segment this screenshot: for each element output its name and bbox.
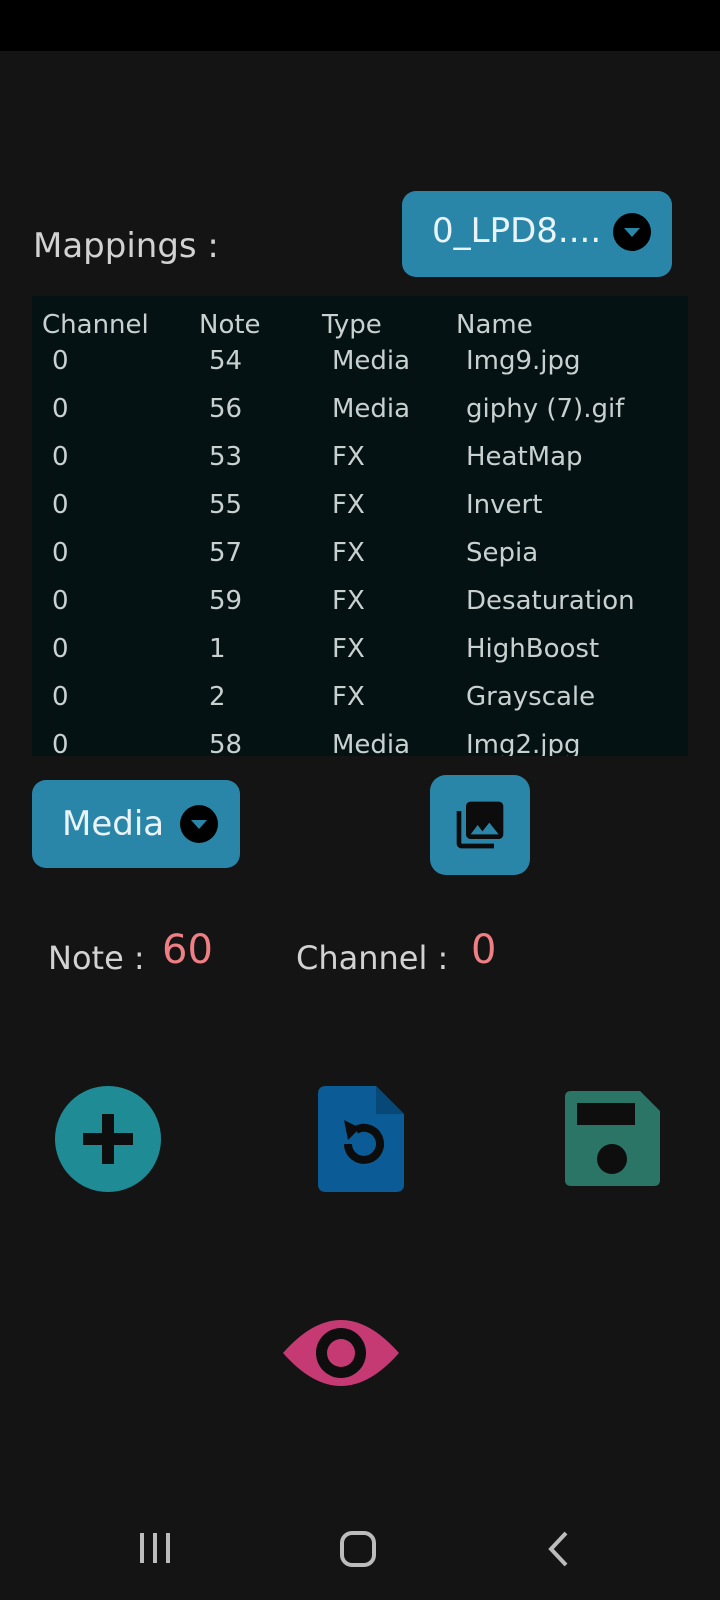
cell-note: 55 — [209, 490, 243, 520]
cell-type: Media — [332, 730, 411, 756]
cell-type: FX — [332, 682, 365, 712]
cell-channel: 0 — [52, 538, 69, 568]
cell-channel: 0 — [52, 442, 69, 472]
cell-name: HeatMap — [466, 442, 583, 472]
cell-type: Media — [332, 394, 411, 424]
cell-channel: 0 — [52, 490, 69, 520]
cell-name: Grayscale — [466, 682, 596, 712]
cell-channel: 0 — [52, 730, 69, 756]
cell-note: 58 — [209, 730, 243, 756]
status-bar — [0, 0, 720, 51]
cell-name: giphy (7).gif — [466, 394, 625, 424]
cell-name: Desaturation — [466, 586, 635, 616]
table-row[interactable]: 0 56 Media giphy (7).gif — [32, 394, 688, 442]
reload-mappings-button[interactable] — [318, 1086, 404, 1192]
table-row[interactable]: 0 58 Media Img2.jpg — [32, 730, 688, 756]
cell-name: Img9.jpg — [466, 346, 581, 376]
device-select-value: 0_LPD8.... — [432, 211, 602, 251]
cell-channel: 0 — [52, 346, 69, 376]
table-row[interactable]: 0 54 Media Img9.jpg — [32, 346, 688, 394]
cell-note: 53 — [209, 442, 243, 472]
note-value[interactable]: 60 — [162, 927, 213, 973]
note-label: Note : — [48, 939, 145, 977]
table-row[interactable]: 0 1 FX HighBoost — [32, 634, 688, 682]
column-header-note: Note — [199, 310, 261, 340]
column-header-channel: Channel — [42, 310, 149, 340]
cell-note: 59 — [209, 586, 243, 616]
table-row[interactable]: 0 59 FX Desaturation — [32, 586, 688, 634]
add-mapping-button[interactable] — [55, 1086, 161, 1192]
app-screen: Mappings : 0_LPD8.... Channel Note Type … — [0, 0, 720, 1600]
cell-type: Media — [332, 346, 411, 376]
system-nav-bar — [0, 1490, 720, 1600]
cell-note: 1 — [209, 634, 226, 664]
table-row[interactable]: 0 55 FX Invert — [32, 490, 688, 538]
cell-name: Img2.jpg — [466, 730, 581, 756]
cell-note: 57 — [209, 538, 243, 568]
floppy-disk-icon — [565, 1091, 660, 1186]
cell-name: Invert — [466, 490, 543, 520]
cell-type: FX — [332, 442, 365, 472]
cell-type: FX — [332, 490, 365, 520]
table-row[interactable]: 0 53 FX HeatMap — [32, 442, 688, 490]
cell-type: FX — [332, 538, 365, 568]
channel-label: Channel : — [296, 939, 449, 977]
cell-channel: 0 — [52, 682, 69, 712]
file-reload-icon — [318, 1086, 404, 1192]
cell-note: 2 — [209, 682, 226, 712]
cell-note: 54 — [209, 346, 243, 376]
cell-note: 56 — [209, 394, 243, 424]
mappings-label: Mappings : — [33, 226, 219, 266]
device-select[interactable]: 0_LPD8.... — [402, 191, 672, 277]
cell-channel: 0 — [52, 586, 69, 616]
table-row[interactable]: 0 57 FX Sepia — [32, 538, 688, 586]
add-icon — [83, 1114, 133, 1164]
dropdown-arrow-icon — [180, 805, 218, 843]
cell-channel: 0 — [52, 634, 69, 664]
table-row[interactable]: 0 2 FX Grayscale — [32, 682, 688, 730]
channel-value[interactable]: 0 — [471, 927, 496, 973]
cell-type: FX — [332, 634, 365, 664]
cell-channel: 0 — [52, 394, 69, 424]
preview-button[interactable] — [283, 1313, 399, 1393]
type-select-value: Media — [62, 804, 165, 844]
dropdown-arrow-icon — [613, 213, 651, 251]
type-select[interactable]: Media — [32, 780, 240, 868]
home-icon[interactable] — [339, 1530, 377, 1568]
column-header-name: Name — [456, 310, 533, 340]
eye-icon — [283, 1320, 399, 1386]
photo-library-icon — [456, 801, 504, 849]
back-icon[interactable] — [546, 1530, 572, 1568]
cell-name: Sepia — [466, 538, 539, 568]
recents-icon[interactable] — [138, 1530, 174, 1566]
cell-name: HighBoost — [466, 634, 600, 664]
save-mappings-button[interactable] — [565, 1091, 660, 1186]
mappings-table[interactable]: Channel Note Type Name 0 54 Media Img9.jpg 0… — [32, 296, 688, 756]
cell-type: FX — [332, 586, 365, 616]
column-header-type: Type — [322, 310, 382, 340]
choose-media-button[interactable] — [430, 775, 530, 875]
